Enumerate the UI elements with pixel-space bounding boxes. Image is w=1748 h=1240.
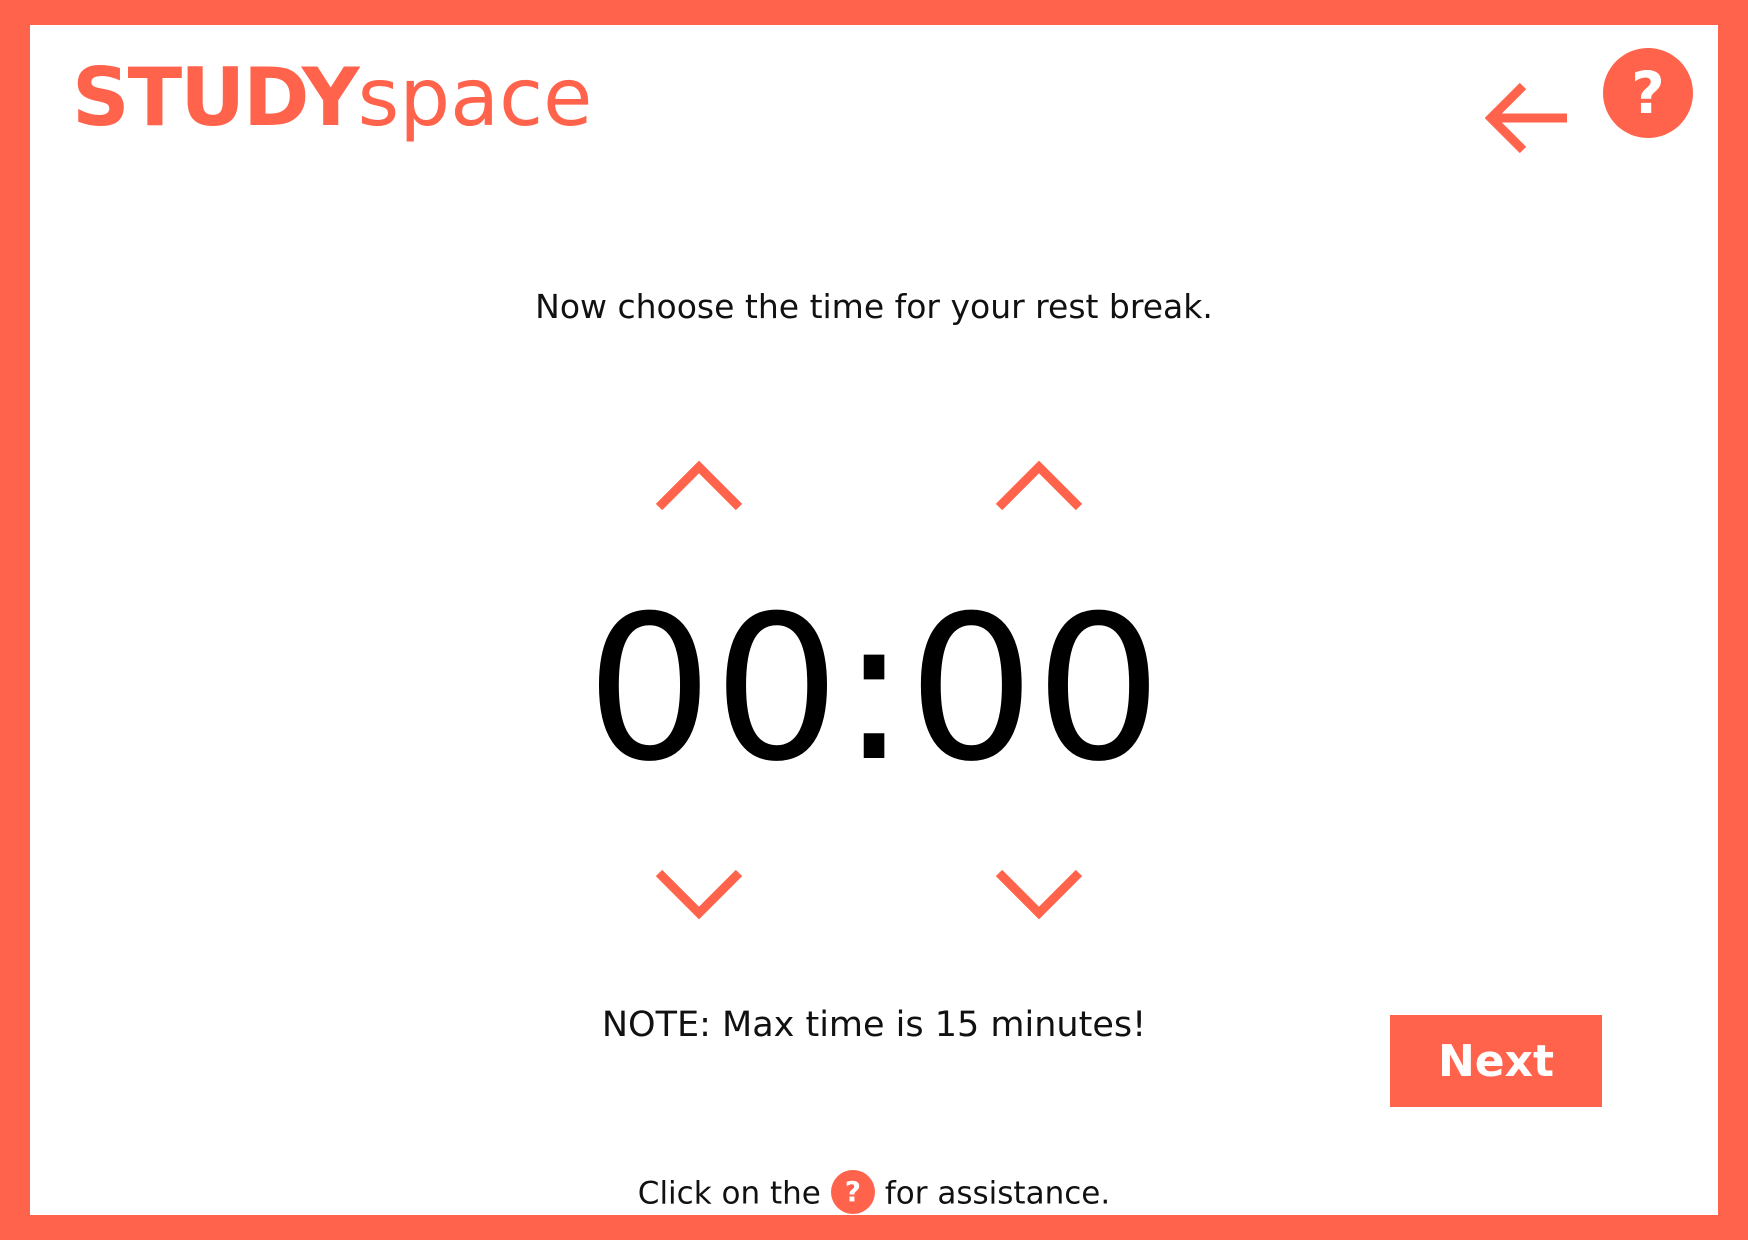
seconds-increase-button[interactable] bbox=[995, 457, 1083, 513]
main-frame: STUDYspace ? Now choose the time for you… bbox=[30, 25, 1718, 1215]
arrow-left-icon bbox=[1484, 82, 1567, 154]
seconds-decrease-button[interactable] bbox=[995, 867, 1083, 923]
question-icon: ? bbox=[1631, 59, 1665, 127]
time-display: 00:00 bbox=[30, 590, 1718, 790]
page-prompt: Now choose the time for your rest break. bbox=[535, 287, 1213, 326]
next-button[interactable]: Next bbox=[1390, 1015, 1602, 1107]
time-separator: : bbox=[840, 573, 908, 806]
assist-text-before: Click on the bbox=[637, 1175, 821, 1212]
assist-text-after: for assistance. bbox=[884, 1175, 1111, 1212]
minutes-value: 00 bbox=[585, 573, 841, 806]
chevron-down-icon bbox=[655, 869, 743, 920]
minutes-increase-button[interactable] bbox=[655, 457, 743, 513]
help-button[interactable]: ? bbox=[1603, 48, 1693, 138]
app-logo: STUDYspace bbox=[72, 58, 592, 138]
chevron-down-icon bbox=[995, 869, 1083, 920]
logo-light-text: space bbox=[357, 51, 593, 144]
seconds-value: 00 bbox=[907, 573, 1163, 806]
chevron-up-icon bbox=[655, 460, 743, 511]
assistance-hint: Click on the? for assistance. bbox=[30, 1170, 1718, 1217]
question-icon: ? bbox=[830, 1170, 875, 1214]
logo-bold-text: STUDY bbox=[72, 51, 360, 144]
back-button[interactable] bbox=[1484, 80, 1571, 160]
chevron-up-icon bbox=[995, 460, 1083, 511]
minutes-decrease-button[interactable] bbox=[655, 867, 743, 923]
